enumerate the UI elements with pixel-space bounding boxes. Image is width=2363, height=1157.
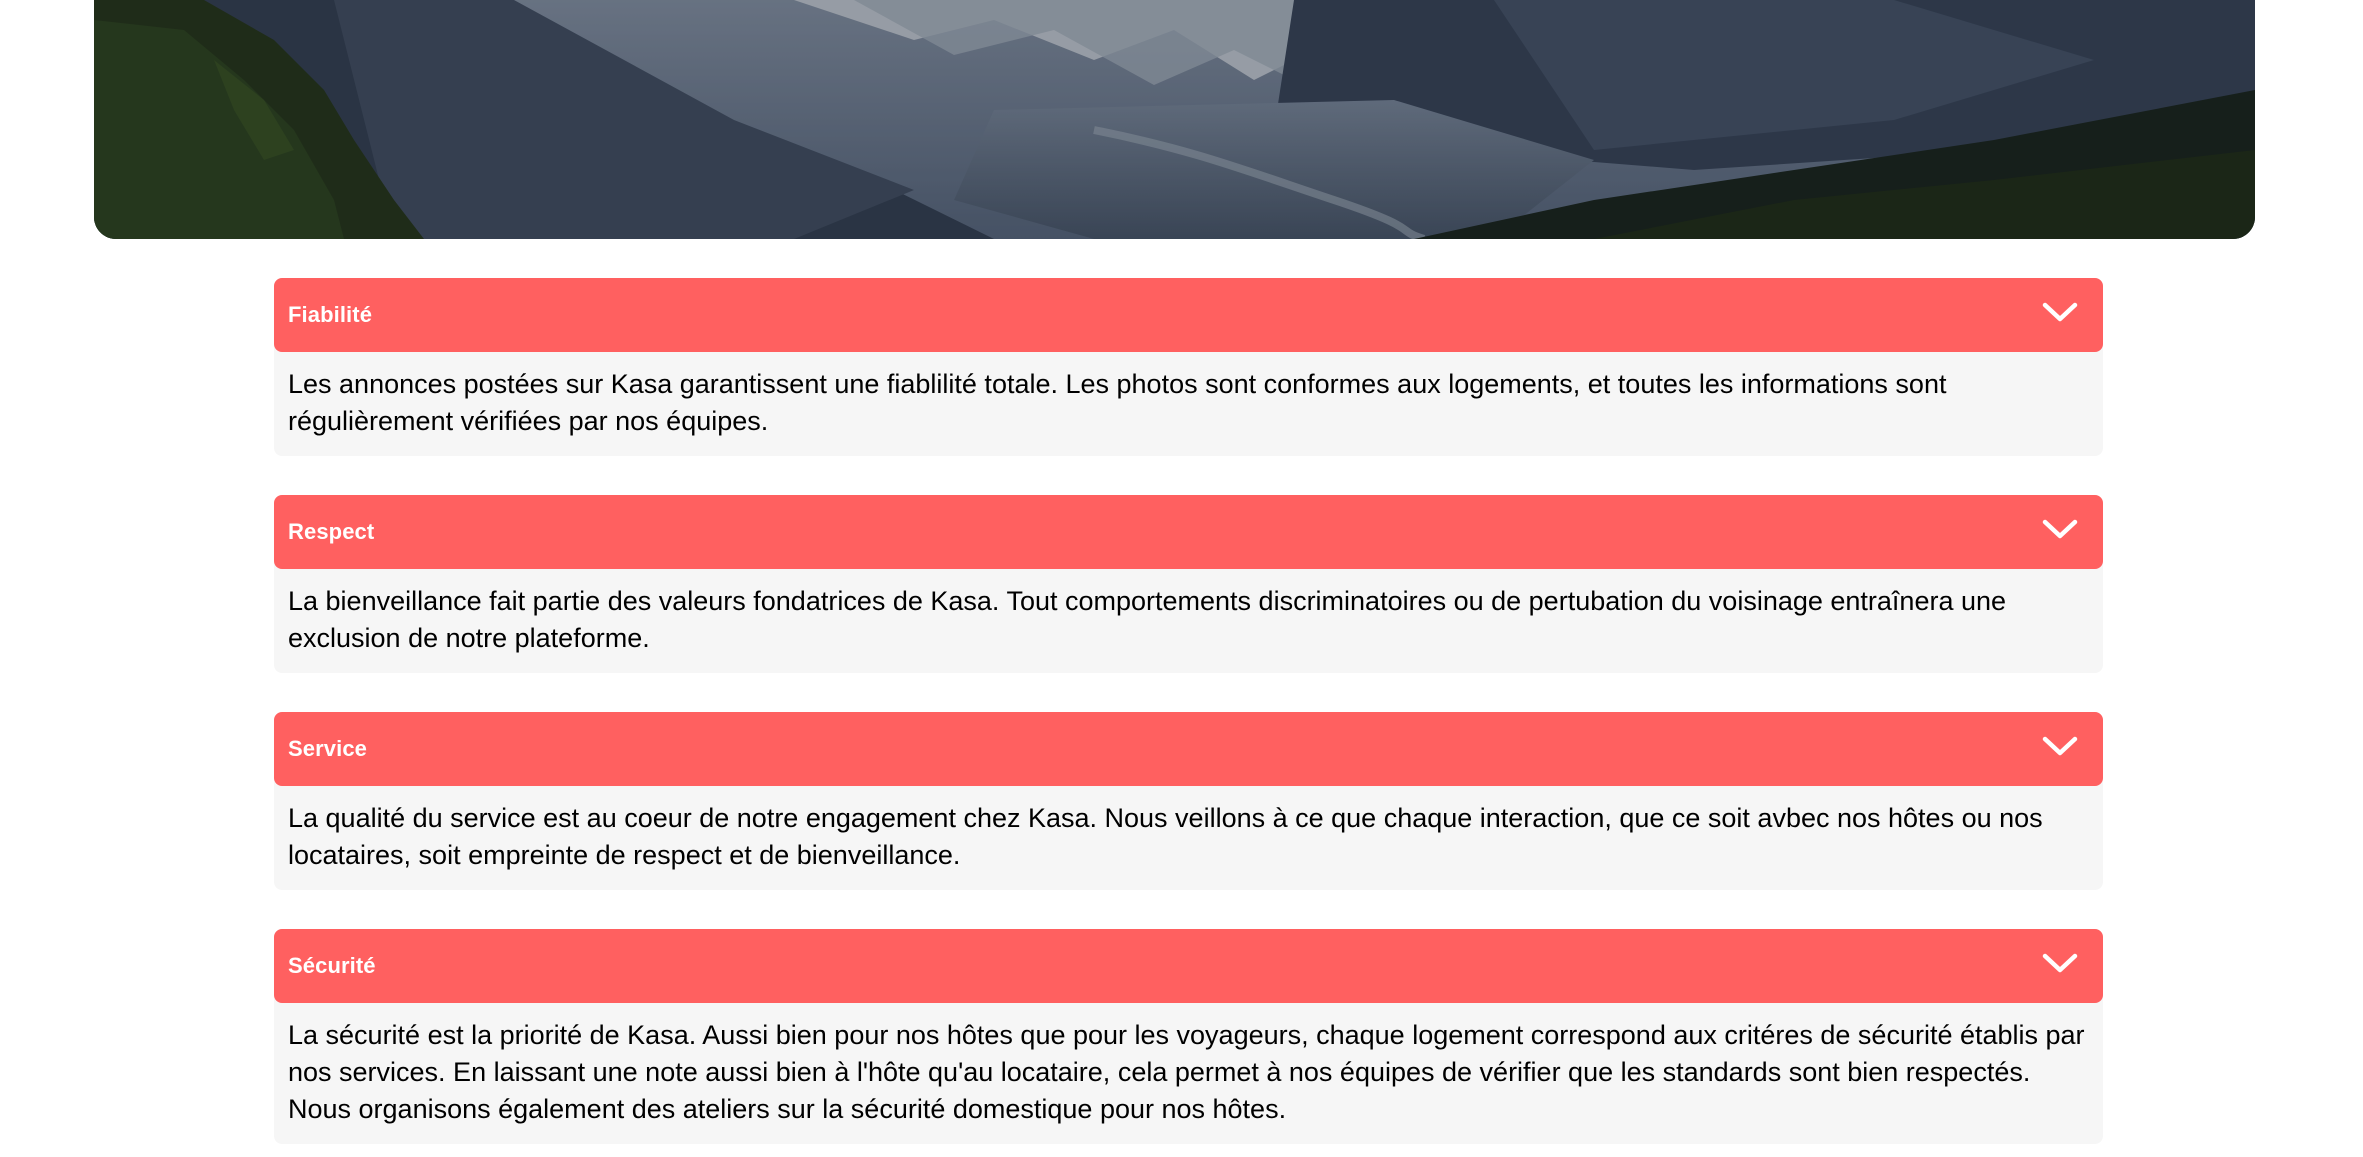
collapse-text: La qualité du service est au coeur de no… — [288, 803, 2043, 870]
chevron-down-icon[interactable] — [2041, 517, 2079, 543]
collapse-text: La sécurité est la priorité de Kasa. Aus… — [288, 1020, 2085, 1124]
collapse-title: Respect — [288, 519, 375, 544]
collapse-header-respect[interactable]: Respect — [274, 495, 2103, 569]
collapse-fiabilite: Fiabilité Les annonces postées sur Kasa … — [274, 278, 2103, 456]
collapse-service: Service La qualité du service est au coe… — [274, 712, 2103, 890]
collapse-body-service: La qualité du service est au coeur de no… — [274, 780, 2103, 890]
chevron-down-icon[interactable] — [2041, 300, 2079, 326]
collapse-header-securite[interactable]: Sécurité — [274, 929, 2103, 1003]
collapse-body-securite: La sécurité est la priorité de Kasa. Aus… — [274, 997, 2103, 1144]
collapse-title: Service — [288, 736, 367, 761]
chevron-down-icon[interactable] — [2041, 734, 2079, 760]
about-page: Fiabilité Les annonces postées sur Kasa … — [0, 0, 2363, 1157]
banner-image — [94, 0, 2255, 239]
collapse-text: Les annonces postées sur Kasa garantisse… — [288, 369, 1947, 436]
collapse-securite: Sécurité La sécurité est la priorité de … — [274, 929, 2103, 1144]
collapse-title: Fiabilité — [288, 302, 373, 327]
chevron-down-icon[interactable] — [2041, 951, 2079, 977]
collapse-body-respect: La bienveillance fait partie des valeurs… — [274, 563, 2103, 673]
collapse-body-fiabilite: Les annonces postées sur Kasa garantisse… — [274, 346, 2103, 456]
collapse-text: La bienveillance fait partie des valeurs… — [288, 586, 2007, 653]
collapse-header-fiabilite[interactable]: Fiabilité — [274, 278, 2103, 352]
collapse-title: Sécurité — [288, 953, 376, 978]
collapse-header-service[interactable]: Service — [274, 712, 2103, 786]
mountain-landscape-image — [94, 0, 2255, 239]
collapse-respect: Respect La bienveillance fait partie des… — [274, 495, 2103, 673]
values-collapse-list: Fiabilité Les annonces postées sur Kasa … — [274, 278, 2103, 1157]
